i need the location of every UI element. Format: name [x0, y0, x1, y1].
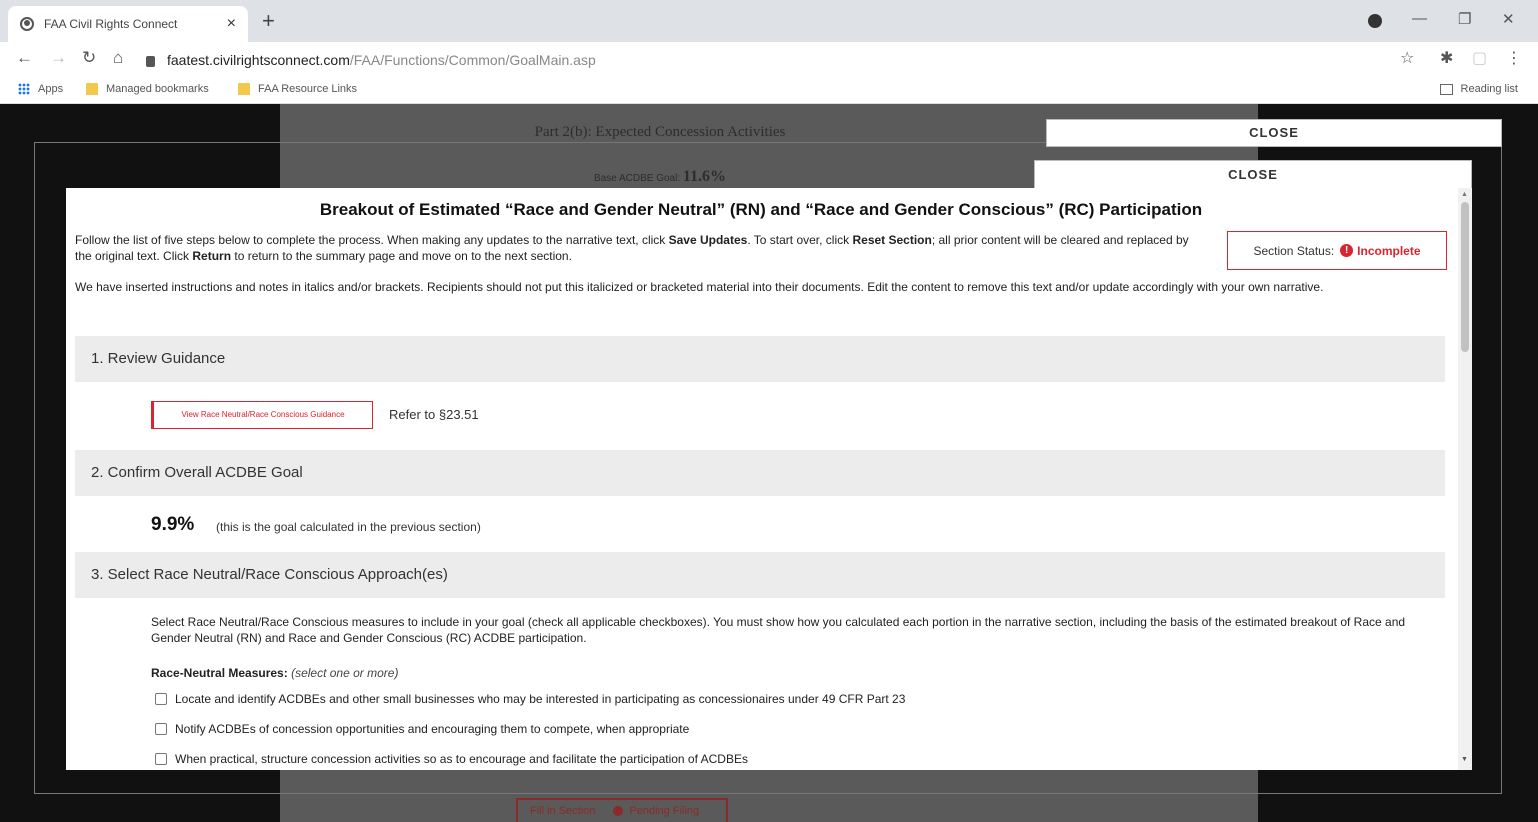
bookmark-label: Managed bookmarks: [106, 83, 209, 95]
close-button-inner[interactable]: CLOSE: [1034, 160, 1472, 190]
scroll-down-icon[interactable]: ▼: [1461, 756, 1468, 763]
home-icon[interactable]: ⌂: [113, 48, 123, 68]
race-neutral-hint: (select one or more): [291, 666, 399, 680]
modal-scrollbar[interactable]: ▲ ▼: [1458, 188, 1472, 770]
reset-section-label: Reset Section: [852, 233, 932, 247]
goal-note: (this is the goal calculated in the prev…: [216, 520, 481, 534]
reload-icon[interactable]: ↻: [82, 48, 96, 68]
folder-icon: [86, 83, 98, 95]
new-tab-button[interactable]: +: [262, 10, 275, 32]
reading-list-label: Reading list: [1460, 83, 1518, 95]
save-updates-label: Save Updates: [668, 233, 748, 247]
bookmark-star-icon[interactable]: ☆: [1400, 48, 1414, 68]
race-neutral-title: Race-Neutral Measures:: [151, 666, 288, 680]
section-heading-3: 3. Select Race Neutral/Race Conscious Ap…: [75, 552, 1445, 598]
checkbox-row[interactable]: Locate and identify ACDBEs and other sma…: [155, 692, 905, 706]
instructions-text: Follow the list of five steps below to c…: [75, 232, 1195, 264]
checkbox[interactable]: [155, 693, 167, 705]
lock-icon: [146, 55, 155, 67]
checkbox-label: When practical, structure concession act…: [175, 752, 748, 766]
scroll-thumb[interactable]: [1461, 202, 1469, 352]
status-badge: Incomplete: [1357, 243, 1421, 258]
modal-title: Breakout of Estimated “Race and Gender N…: [319, 200, 1203, 219]
checkbox-label: Locate and identify ACDBEs and other sma…: [175, 692, 906, 706]
scroll-up-icon[interactable]: ▲: [1461, 191, 1468, 198]
checkbox[interactable]: [155, 723, 167, 735]
approach-instructions: Select Race Neutral/Race Conscious measu…: [151, 615, 1406, 645]
intro-text: Follow the list of five steps below to c…: [75, 233, 669, 247]
return-label: Return: [192, 249, 232, 263]
overall-goal-value: 9.9%: [151, 514, 195, 535]
checkbox-row[interactable]: Notify ACDBEs of concession opportunitie…: [155, 722, 689, 736]
section-heading-2: 2. Confirm Overall ACDBE Goal: [75, 450, 1445, 496]
intro-text: . To start over, click: [747, 233, 853, 247]
bookmark-label: Apps: [38, 83, 64, 95]
status-label: Section Status:: [1253, 243, 1335, 258]
reading-list-icon: [1439, 83, 1453, 95]
view-guidance-button[interactable]: View Race Neutral/Race Conscious Guidanc…: [151, 401, 373, 429]
bookmark-managed[interactable]: Managed bookmarks: [86, 83, 209, 95]
bookmarks-bar: Apps Managed bookmarks FAA Resource Link…: [0, 76, 1538, 104]
bookmark-faa-links[interactable]: FAA Resource Links: [238, 83, 357, 95]
page-viewport: Part 2(b): Expected Concession Activitie…: [0, 104, 1538, 822]
alert-icon: [613, 806, 624, 816]
bookmark-label: FAA Resource Links: [258, 83, 358, 95]
site-favicon-icon: [20, 17, 34, 31]
tab-title: FAA Civil Rights Connect: [44, 17, 178, 31]
url-path: /FAA/Functions/Common/GoalMain.asp: [349, 52, 596, 68]
window-close-icon[interactable]: ✕: [1502, 10, 1515, 28]
restore-icon[interactable]: ❐: [1458, 10, 1471, 28]
background-heading: Part 2(b): Expected Concession Activitie…: [534, 124, 786, 140]
folder-icon: [238, 83, 250, 95]
section-status-box: Section Status: ! Incomplete: [1227, 231, 1447, 270]
extensions-icon[interactable]: ✱: [1440, 48, 1453, 68]
url-host: faatest.civilrightsconnect.com: [167, 52, 350, 68]
browser-tab-bar: FAA Civil Rights Connect × + — ❐ ✕: [0, 0, 1538, 42]
browser-toolbar: ← → ↻ ⌂ faatest.civilrightsconnect.com/F…: [0, 42, 1538, 76]
intro-text: to return to the summary page and move o…: [231, 249, 572, 263]
refer-text: Refer to §23.51: [389, 407, 479, 422]
checkbox[interactable]: [155, 753, 167, 765]
breakout-modal: Breakout of Estimated “Race and Gender N…: [66, 188, 1472, 770]
address-bar[interactable]: faatest.civilrightsconnect.com/FAA/Funct…: [146, 47, 1386, 73]
background-fill-button: Fill in Section: [530, 805, 596, 817]
notes-text: We have inserted instructions and notes …: [75, 280, 1324, 294]
reading-list-button[interactable]: Reading list: [1439, 83, 1518, 95]
checkbox-row[interactable]: When practical, structure concession act…: [155, 752, 748, 766]
back-icon[interactable]: ←: [16, 48, 33, 68]
extension-icon[interactable]: ▢: [1472, 48, 1487, 68]
background-footer: Fill in Section Pending Filing: [516, 798, 728, 822]
alert-icon: !: [1340, 244, 1354, 257]
checkbox-label: Notify ACDBEs of concession opportunitie…: [175, 722, 690, 736]
menu-icon[interactable]: ⋮: [1506, 48, 1522, 68]
race-neutral-label: Race-Neutral Measures: (select one or mo…: [151, 666, 398, 680]
background-status: Pending Filing: [629, 805, 700, 817]
section-heading-1: 1. Review Guidance: [75, 336, 1445, 382]
profile-icon[interactable]: [1368, 14, 1382, 28]
close-button-outer[interactable]: CLOSE: [1046, 119, 1502, 147]
forward-icon[interactable]: →: [50, 48, 67, 68]
tab-close-icon[interactable]: ×: [227, 15, 236, 33]
bookmark-apps[interactable]: Apps: [18, 83, 63, 95]
browser-tab[interactable]: FAA Civil Rights Connect ×: [8, 6, 248, 42]
minimize-icon[interactable]: —: [1412, 10, 1427, 27]
apps-grid-icon: [18, 83, 30, 95]
